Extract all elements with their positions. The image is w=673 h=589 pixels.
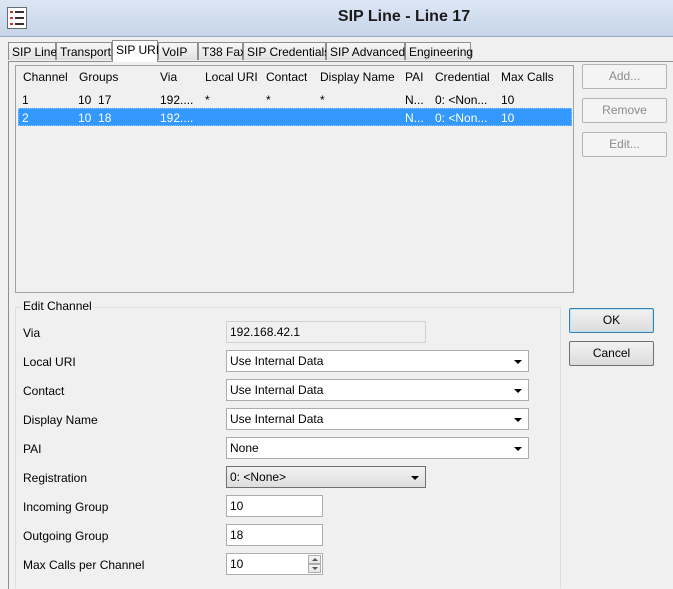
local-uri-select[interactable]: Use Internal Data <box>226 350 529 372</box>
max-calls-label: Max Calls per Channel <box>23 558 145 572</box>
table-header: Channel Groups Via Local URI Contact Dis… <box>18 68 572 86</box>
tab-sip-advanced[interactable]: SIP Advanced <box>326 42 405 60</box>
registration-value: 0: <None> <box>230 470 287 484</box>
cell-max-calls: 10 <box>501 93 515 107</box>
incoming-group-label: Incoming Group <box>23 500 109 514</box>
edit-channel-legend: Edit Channel <box>21 299 94 313</box>
local-uri-value: Use Internal Data <box>230 354 324 368</box>
tab-voip[interactable]: VoIP <box>158 42 198 60</box>
column-header[interactable]: PAI <box>405 68 423 86</box>
pai-select[interactable]: None <box>226 437 529 459</box>
display-name-label: Display Name <box>23 413 98 427</box>
cell-channel: 2 <box>22 111 29 125</box>
cancel-button[interactable]: Cancel <box>569 341 654 366</box>
local-uri-label: Local URI <box>23 355 76 369</box>
cell-groups: 10 18 <box>78 111 112 125</box>
display-name-select[interactable]: Use Internal Data <box>226 408 529 430</box>
cell-groups: 10 17 <box>78 93 112 107</box>
display-name-value: Use Internal Data <box>230 412 324 426</box>
cell-max-calls: 10 <box>501 111 515 125</box>
max-calls-stepper[interactable]: 10 <box>226 553 323 575</box>
column-header[interactable]: Via <box>160 68 177 86</box>
column-header[interactable]: Credential <box>435 68 490 86</box>
column-header[interactable]: Max Calls <box>501 68 554 86</box>
column-header[interactable]: Display Name <box>320 68 395 86</box>
tab-t38-fax[interactable]: T38 Fax <box>198 42 246 60</box>
column-header[interactable]: Groups <box>79 68 118 86</box>
max-calls-value: 10 <box>230 557 244 571</box>
via-label: Via <box>23 326 41 340</box>
column-header[interactable]: Channel <box>23 68 68 86</box>
tab-sip-uri[interactable]: SIP URI <box>112 40 159 62</box>
table-row[interactable]: 2 10 18 192.... N... 0: <Non... 10 <box>18 108 572 126</box>
spin-up-icon[interactable] <box>308 555 321 564</box>
pai-label: PAI <box>23 442 42 456</box>
contact-value: Use Internal Data <box>230 383 324 397</box>
outgoing-group-label: Outgoing Group <box>23 529 109 543</box>
contact-select[interactable]: Use Internal Data <box>226 379 529 401</box>
cell-pai: N... <box>405 111 424 125</box>
remove-button[interactable]: Remove <box>582 98 667 123</box>
via-field[interactable]: 192.168.42.1 <box>226 321 426 343</box>
incoming-group-input[interactable]: 10 <box>226 495 323 517</box>
add-button[interactable]: Add... <box>582 64 667 89</box>
cell-credential: 0: <Non... <box>435 111 488 125</box>
outgoing-group-input[interactable]: 18 <box>226 524 323 546</box>
column-header[interactable]: Local URI <box>205 68 258 86</box>
pai-value: None <box>230 441 259 455</box>
spin-down-icon[interactable] <box>308 564 321 573</box>
chevron-down-icon <box>514 447 522 451</box>
window-title: SIP Line - Line 17 <box>337 8 471 25</box>
tab-transport[interactable]: Transport <box>56 42 112 60</box>
chevron-down-icon <box>411 476 419 480</box>
cell-display-name: * <box>320 93 325 107</box>
column-header[interactable]: Contact <box>266 68 307 86</box>
cell-local-uri: * <box>205 93 210 107</box>
contact-label: Contact <box>23 384 65 398</box>
title-bar: SIP Line - Line 17 <box>0 0 673 37</box>
registration-label: Registration <box>23 471 88 485</box>
edit-button[interactable]: Edit... <box>582 132 667 157</box>
cell-contact: * <box>266 93 271 107</box>
cell-via: 192.... <box>160 111 194 125</box>
cell-channel: 1 <box>22 93 29 107</box>
chevron-down-icon <box>514 360 522 364</box>
chevron-down-icon <box>514 418 522 422</box>
cell-via: 192.... <box>160 93 194 107</box>
tab-engineering[interactable]: Engineering <box>405 42 473 60</box>
table-row[interactable]: 1 10 17 192.... * * * N... 0: <Non... 10 <box>18 90 572 108</box>
cell-credential: 0: <Non... <box>435 93 488 107</box>
tab-sip-line[interactable]: SIP Line <box>8 42 57 60</box>
registration-select[interactable]: 0: <None> <box>226 466 426 488</box>
channel-table[interactable]: Channel Groups Via Local URI Contact Dis… <box>15 65 574 293</box>
chevron-down-icon <box>514 389 522 393</box>
ok-button[interactable]: OK <box>569 308 654 333</box>
tab-sip-credentials[interactable]: SIP Credentials <box>243 42 330 60</box>
cell-pai: N... <box>405 93 424 107</box>
